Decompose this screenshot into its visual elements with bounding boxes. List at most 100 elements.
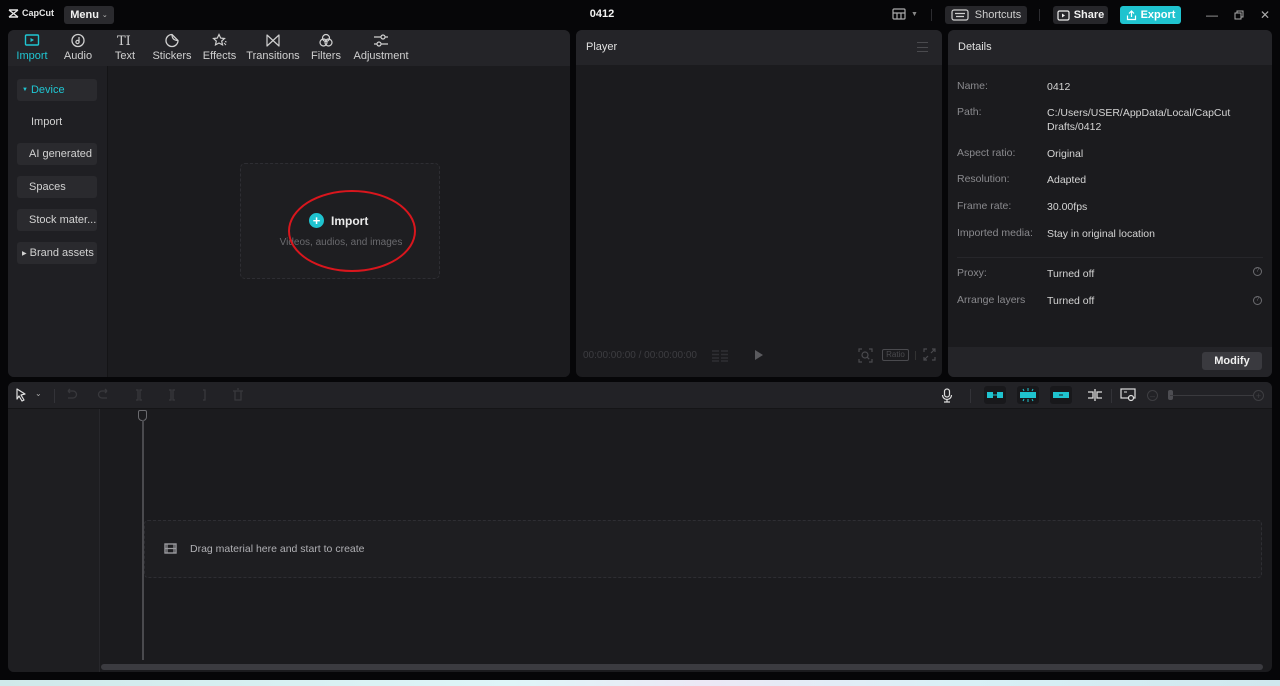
share-button[interactable]: Share xyxy=(1053,6,1108,24)
detail-label: Path: xyxy=(957,106,982,118)
play-icon[interactable] xyxy=(754,349,764,361)
detail-row-proxy: Proxy: Turned off xyxy=(957,267,1247,281)
minimize-icon: — xyxy=(1206,8,1218,22)
zoom-fit-icon[interactable] xyxy=(858,348,873,363)
fullscreen-icon[interactable] xyxy=(923,348,936,361)
chevron-down-icon[interactable]: ⌄ xyxy=(35,389,42,398)
share-label: Share xyxy=(1073,9,1105,21)
split-screen-icon[interactable] xyxy=(1087,388,1103,402)
player-title: Player xyxy=(586,41,618,53)
menu-label: Menu xyxy=(70,9,99,21)
media-panel: Import Audio TI Text Stickers Effects Tr… xyxy=(8,30,570,377)
audio-icon xyxy=(71,33,85,48)
divider xyxy=(915,351,916,360)
help-icon[interactable]: ? xyxy=(1253,267,1262,276)
microphone-icon[interactable] xyxy=(941,388,953,403)
detail-value: Turned off xyxy=(1047,295,1095,307)
tab-text[interactable]: TI Text xyxy=(102,30,148,66)
tab-audio[interactable]: Audio xyxy=(54,30,102,66)
redo-icon[interactable] xyxy=(97,388,111,402)
undo-icon[interactable] xyxy=(64,388,78,402)
import-button[interactable]: + Import xyxy=(309,213,368,228)
split-left-icon[interactable] xyxy=(165,388,179,402)
detail-row-frame-rate: Frame rate: 30.00fps xyxy=(957,200,1247,214)
restore-button[interactable] xyxy=(1232,8,1246,22)
detail-value: Original xyxy=(1047,148,1084,160)
project-title: 0412 xyxy=(589,8,615,20)
link-clips-icon xyxy=(987,392,1003,398)
horizontal-scrollbar[interactable] xyxy=(101,664,1263,670)
sidebar-item-label: Brand assets xyxy=(29,247,94,259)
track-header-area xyxy=(8,409,100,672)
zoom-slider[interactable] xyxy=(1170,395,1254,396)
export-button[interactable]: Export xyxy=(1120,6,1181,24)
linkage-toggle[interactable] xyxy=(1050,386,1072,404)
detail-label: Resolution: xyxy=(957,173,1010,185)
detail-value: C:/Users/USER/AppData/Local/CapCut Draft… xyxy=(1047,107,1231,133)
tab-label: Stickers xyxy=(152,50,192,62)
detail-value: 30.00fps xyxy=(1047,201,1088,213)
timecode: 00:00:00:00 / 00:00:00:00 xyxy=(583,350,697,361)
player-panel: Player 00:00:00:00 / 00:00:00:00 Ratio xyxy=(576,30,942,377)
detail-value: Stay in original location xyxy=(1047,228,1155,240)
split-right-icon[interactable] xyxy=(198,388,212,402)
shortcuts-button[interactable]: Shortcuts xyxy=(945,6,1027,24)
tab-adjustment[interactable]: Adjustment xyxy=(349,30,413,66)
details-panel: Details Name: 0412 Path: C:/Users/USER/A… xyxy=(948,30,1272,377)
tab-filters[interactable]: Filters xyxy=(303,30,349,66)
sidebar-item-device[interactable]: ▼ Device xyxy=(17,79,97,101)
preview-axis-toggle[interactable] xyxy=(1017,386,1039,404)
detail-row-imported-media: Imported media: Stay in original locatio… xyxy=(957,227,1247,241)
auto-snap-toggle[interactable] xyxy=(984,386,1006,404)
sidebar-item-import[interactable]: Import xyxy=(17,111,97,133)
ratio-button[interactable]: Ratio xyxy=(882,349,909,361)
close-button[interactable]: ✕ xyxy=(1258,8,1272,22)
detail-value: Turned off xyxy=(1047,268,1095,280)
restore-icon xyxy=(1234,10,1244,20)
svg-text:TI: TI xyxy=(117,34,131,48)
tab-stickers[interactable]: Stickers xyxy=(148,30,196,66)
player-controls: 00:00:00:00 / 00:00:00:00 Ratio xyxy=(576,337,942,377)
share-icon xyxy=(1057,9,1070,21)
layout-button[interactable]: ▼ xyxy=(892,8,918,20)
grid-icon[interactable] xyxy=(711,350,729,362)
sidebar-item-stock-material[interactable]: Stock mater... xyxy=(17,209,97,231)
stickers-icon xyxy=(165,33,179,48)
split-icon[interactable] xyxy=(132,388,146,402)
zoom-in-button[interactable]: + xyxy=(1253,390,1264,401)
menu-button[interactable]: Menu ⌄ xyxy=(64,6,114,24)
timeline-toolbar: ⌄ – + xyxy=(8,382,1272,409)
sidebar-item-label: Device xyxy=(30,84,65,96)
app-logo: CapCut xyxy=(8,8,54,18)
sidebar-item-ai-generated[interactable]: AI generated xyxy=(17,143,97,165)
media-tabs: Import Audio TI Text Stickers Effects Tr… xyxy=(8,30,570,66)
sidebar-item-brand-assets[interactable]: ▶ Brand assets xyxy=(17,242,97,264)
zoom-out-button[interactable]: – xyxy=(1147,390,1158,401)
preview-zoom-icon[interactable] xyxy=(1120,388,1136,402)
select-cursor-icon[interactable] xyxy=(15,388,28,402)
chevron-down-icon: ⌄ xyxy=(101,12,108,19)
help-icon[interactable]: ? xyxy=(1253,296,1262,305)
tab-label: Adjustment xyxy=(353,50,409,62)
detail-row-aspect-ratio: Aspect ratio: Original xyxy=(957,147,1247,161)
tab-transitions[interactable]: Transitions xyxy=(243,30,303,66)
sidebar-item-spaces[interactable]: Spaces xyxy=(17,176,97,198)
adjustment-icon xyxy=(374,34,388,47)
media-content: + Import Videos, audios, and images xyxy=(109,66,570,377)
tab-label: Filters xyxy=(311,50,341,62)
import-hint: Videos, audios, and images xyxy=(279,237,403,248)
import-drop-area[interactable]: + Import Videos, audios, and images xyxy=(240,163,440,279)
tab-label: Import xyxy=(16,50,48,62)
media-sidebar: ▼ Device Import AI generated Spaces Stoc… xyxy=(8,66,108,377)
tab-effects[interactable]: Effects xyxy=(196,30,243,66)
capcut-logo-icon xyxy=(8,8,19,18)
menu-icon[interactable] xyxy=(917,42,928,52)
detail-label: Arrange layers xyxy=(957,294,1026,306)
tab-import[interactable]: Import xyxy=(10,30,54,66)
delete-icon[interactable] xyxy=(231,388,245,402)
timeline-drop-zone[interactable]: Drag material here and start to create xyxy=(144,520,1262,578)
modify-button[interactable]: Modify xyxy=(1202,352,1262,370)
shortcuts-label: Shortcuts xyxy=(974,9,1022,21)
detail-label: Imported media: xyxy=(957,227,1033,239)
minimize-button[interactable]: — xyxy=(1205,8,1219,22)
